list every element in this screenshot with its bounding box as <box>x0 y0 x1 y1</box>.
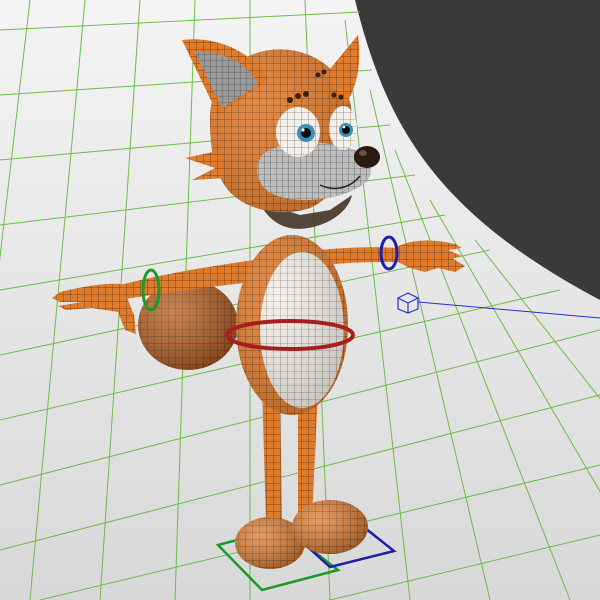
fox-nose <box>354 146 380 168</box>
3d-viewport[interactable] <box>0 0 600 600</box>
